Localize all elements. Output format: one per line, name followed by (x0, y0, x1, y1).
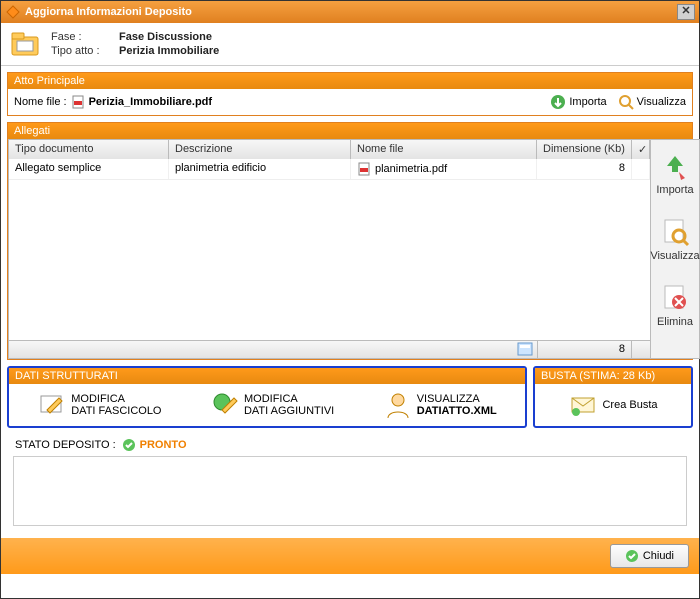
modifica-aggiuntivi-button[interactable]: MODIFICADATI AGGIUNTIVI (210, 390, 334, 420)
stato-deposito: STATO DEPOSITO : PRONTO (7, 434, 693, 456)
delete-icon (659, 282, 691, 314)
importa-label: Importa (569, 96, 606, 108)
side-importa-button[interactable]: Importa (651, 146, 699, 200)
view-icon (617, 93, 635, 111)
file-label: Nome file : (14, 96, 67, 108)
atto-principale-panel: Atto Principale Nome file : Perizia_Immo… (7, 72, 693, 116)
cell-descr: planimetria edificio (169, 159, 351, 179)
cell-dim: 8 (537, 159, 632, 179)
a1-line2: DATI FASCICOLO (71, 405, 161, 417)
allegati-panel: Allegati Tipo documento Descrizione Nome… (7, 122, 693, 360)
edit-folder-icon (37, 390, 67, 420)
a3-line2: DATIATTO.XML (417, 405, 497, 417)
stato-value: PRONTO (140, 439, 187, 451)
a1-line1: MODIFICA (71, 393, 161, 405)
busta-panel: BUSTA (STIMA: 28 Kb) Crea Busta (533, 366, 693, 428)
busta-panel-title: BUSTA (STIMA: 28 Kb) (535, 368, 691, 384)
a3-line1: VISUALIZZA (417, 393, 497, 405)
header: Fase :Fase Discussione Tipo atto :Perizi… (1, 23, 699, 66)
col-check[interactable]: ✓ (632, 140, 650, 159)
import-icon (659, 150, 691, 182)
view-icon (659, 216, 691, 248)
visualizza-label: Visualizza (637, 96, 686, 108)
chiudi-button[interactable]: Chiudi (610, 544, 689, 568)
dati-strutturati-panel: DATI STRUTTURATI MODIFICADATI FASCICOLO … (7, 366, 527, 428)
footer: Chiudi (1, 538, 699, 574)
allegati-grid: Tipo documento Descrizione Nome file Dim… (8, 139, 651, 359)
log-area (13, 456, 687, 526)
col-nome[interactable]: Nome file (351, 140, 537, 159)
grid-footer: 8 (9, 340, 650, 358)
cell-check (632, 159, 650, 179)
a2-line1: MODIFICA (244, 393, 334, 405)
window-icon (5, 4, 21, 20)
pdf-icon (71, 95, 85, 109)
grid-count: 8 (537, 341, 632, 358)
tipo-value: Perizia Immobiliare (119, 45, 219, 57)
cell-nome: planimetria.pdf (351, 159, 537, 179)
close-button[interactable]: ✕ (677, 4, 695, 20)
envelope-icon (568, 390, 598, 420)
import-icon (549, 93, 567, 111)
side-importa-label: Importa (656, 184, 693, 196)
col-tipo[interactable]: Tipo documento (9, 140, 169, 159)
edit-data-icon (210, 390, 240, 420)
col-dim[interactable]: Dimensione (Kb) (537, 140, 632, 159)
person-icon (383, 390, 413, 420)
crea-busta-label: Crea Busta (602, 399, 657, 411)
tipo-label: Tipo atto : (51, 45, 119, 57)
cell-nome-text: planimetria.pdf (375, 163, 447, 175)
stato-label: STATO DEPOSITO : (15, 439, 116, 451)
window-title: Aggiorna Informazioni Deposito (25, 6, 192, 18)
check-icon (122, 438, 136, 452)
dati-panel-title: DATI STRUTTURATI (9, 368, 525, 384)
a2-line2: DATI AGGIUNTIVI (244, 405, 334, 417)
chiudi-label: Chiudi (643, 550, 674, 562)
calculator-icon (517, 342, 533, 356)
col-descr[interactable]: Descrizione (169, 140, 351, 159)
atto-panel-title: Atto Principale (8, 73, 692, 89)
visualizza-button[interactable]: Visualizza (617, 93, 686, 111)
allegati-sidebar: Importa Visualizza Elimina (651, 139, 700, 359)
modifica-fascicolo-button[interactable]: MODIFICADATI FASCICOLO (37, 390, 161, 420)
side-visualizza-button[interactable]: Visualizza (651, 212, 699, 266)
fase-label: Fase : (51, 31, 119, 43)
side-elimina-label: Elimina (657, 316, 693, 328)
allegati-panel-title: Allegati (8, 123, 692, 139)
fase-value: Fase Discussione (119, 31, 212, 43)
grid-header: Tipo documento Descrizione Nome file Dim… (9, 139, 650, 159)
cell-tipo: Allegato semplice (9, 159, 169, 179)
folder-icon (9, 27, 43, 61)
table-row[interactable]: Allegato semplice planimetria edificio p… (9, 159, 650, 180)
check-icon (625, 549, 639, 563)
titlebar: Aggiorna Informazioni Deposito ✕ (1, 1, 699, 23)
importa-button[interactable]: Importa (549, 93, 606, 111)
side-elimina-button[interactable]: Elimina (651, 278, 699, 332)
visualizza-xml-button[interactable]: VISUALIZZADATIATTO.XML (383, 390, 497, 420)
file-name: Perizia_Immobiliare.pdf (89, 96, 212, 108)
pdf-icon (357, 162, 371, 176)
side-visualizza-label: Visualizza (650, 250, 699, 262)
crea-busta-button[interactable]: Crea Busta (568, 390, 657, 420)
